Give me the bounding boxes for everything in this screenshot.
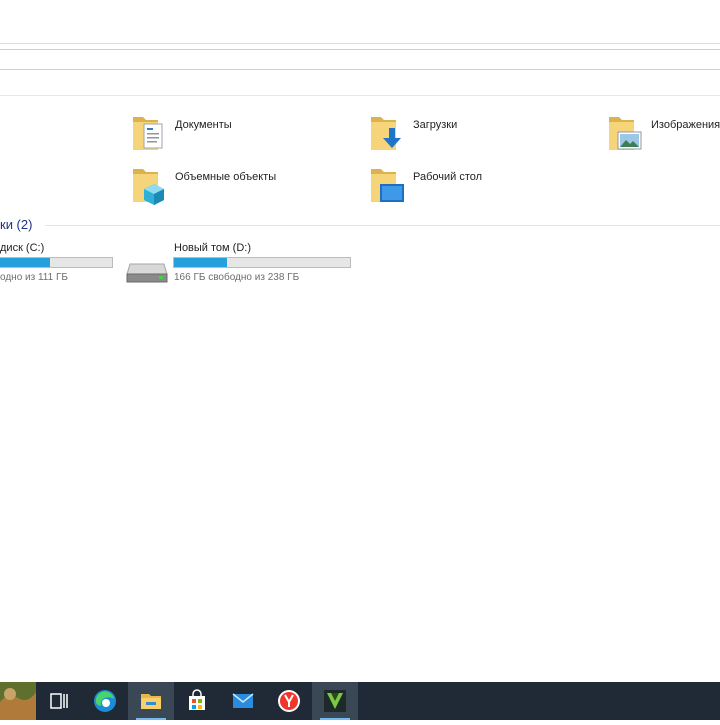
desktop-folder-icon bbox=[370, 166, 404, 206]
address-bar-top-border bbox=[0, 49, 720, 50]
group-header-divider bbox=[45, 225, 720, 226]
drive-name: диск (C:) bbox=[0, 242, 45, 254]
drive-usage-fill bbox=[0, 258, 51, 267]
address-bar-bottom-border bbox=[0, 69, 720, 70]
nav-separator bbox=[0, 95, 720, 96]
drive-free-space: 166 ГБ свободно из 238 ГБ bbox=[174, 272, 300, 283]
drive-usage-bar bbox=[0, 257, 113, 268]
taskbar bbox=[0, 682, 720, 720]
pictures-folder-icon bbox=[608, 114, 642, 154]
drive-usage-fill bbox=[174, 258, 227, 267]
ribbon-separator bbox=[0, 43, 720, 44]
store-button[interactable] bbox=[174, 682, 220, 720]
yandex-button[interactable] bbox=[266, 682, 312, 720]
drive-free-space: одно из 111 ГБ bbox=[0, 272, 68, 283]
drive-usage-bar bbox=[173, 257, 351, 268]
folder-label: Рабочий стол bbox=[413, 171, 483, 183]
hard-drive-icon bbox=[126, 260, 168, 289]
file-explorer-button[interactable] bbox=[128, 682, 174, 720]
folder-item-documents[interactable]: Документы bbox=[132, 114, 292, 160]
folder-label: Изображения bbox=[651, 119, 720, 131]
folder-item-pictures[interactable]: Изображения bbox=[608, 114, 720, 160]
folder-label: Документы bbox=[175, 119, 232, 131]
group-header-label: ки (2) bbox=[0, 217, 33, 232]
v-app-button[interactable] bbox=[312, 682, 358, 720]
folder-label: Загрузки bbox=[413, 119, 458, 131]
downloads-folder-icon bbox=[370, 114, 404, 154]
folder-item-desktop[interactable]: Рабочий стол bbox=[370, 166, 530, 212]
devices-group-header[interactable]: ки (2) bbox=[0, 217, 720, 233]
drive-item-d[interactable]: Новый том (D:) 166 ГБ свободно из 238 ГБ bbox=[126, 240, 356, 286]
3d-objects-folder-icon bbox=[132, 166, 166, 206]
folder-label: Объемные объекты bbox=[175, 171, 277, 183]
desktop-wallpaper-peek bbox=[0, 682, 36, 720]
documents-folder-icon bbox=[132, 114, 166, 154]
drive-item-c[interactable]: диск (C:) одно из 111 ГБ bbox=[0, 240, 115, 286]
mail-button[interactable] bbox=[220, 682, 266, 720]
drive-name: Новый том (D:) bbox=[174, 242, 251, 254]
task-view-button[interactable] bbox=[36, 682, 82, 720]
edge-button[interactable] bbox=[82, 682, 128, 720]
folder-item-3d-objects[interactable]: Объемные объекты bbox=[132, 166, 312, 212]
folder-item-downloads[interactable]: Загрузки bbox=[370, 114, 530, 160]
